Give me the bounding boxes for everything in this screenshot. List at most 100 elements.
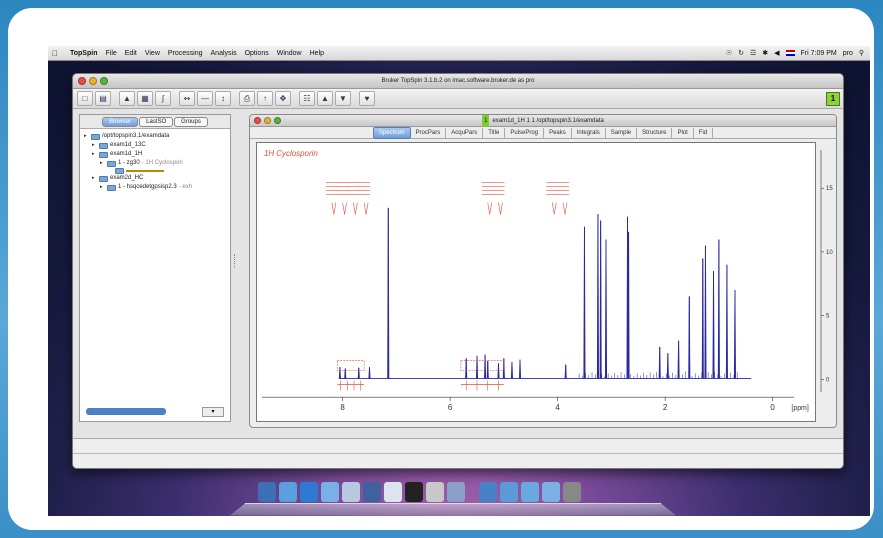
address-book-icon[interactable] xyxy=(342,482,360,502)
menu-file[interactable]: File xyxy=(105,50,116,57)
x-axis-label: [ppm] xyxy=(791,405,808,412)
peak-label-leader xyxy=(562,202,566,215)
minimize-button[interactable] xyxy=(89,77,97,85)
preview-icon[interactable] xyxy=(384,482,402,502)
tab-integrals[interactable]: Integrals xyxy=(572,127,606,138)
tree-node-title: - 1H Cyclospori xyxy=(141,160,183,166)
tab-browser[interactable]: Browser xyxy=(102,116,139,127)
dashboard-icon[interactable] xyxy=(279,482,297,502)
data-close-button[interactable] xyxy=(254,117,261,124)
menu-window[interactable]: Window xyxy=(277,50,302,57)
peak-label-leader xyxy=(564,202,568,215)
wifi-icon[interactable]: ☲ xyxy=(750,49,756,57)
disclosure-triangle-icon[interactable]: ▸ xyxy=(100,159,105,168)
tree-node[interactable]: ▸ 1 - zg30- 1H Cyclospori xyxy=(84,159,226,168)
spectrum-1d-icon[interactable]: ▲ xyxy=(119,91,135,106)
spectrum-plot[interactable]: 1H Cyclosporin 8 6 4 2 0 [ppm] xyxy=(256,142,816,422)
peak-pick-icon[interactable]: ↑ xyxy=(257,91,273,106)
active-data-badge[interactable]: 1 xyxy=(826,92,840,106)
disclosure-triangle-icon[interactable]: ▸ xyxy=(92,141,97,150)
disclosure-triangle-icon[interactable]: ▸ xyxy=(92,150,97,159)
system-prefs-icon[interactable] xyxy=(447,482,465,502)
close-button[interactable] xyxy=(78,77,86,85)
bluetooth-icon[interactable]: ✱ xyxy=(762,49,768,57)
window-controls xyxy=(78,77,108,85)
zoom-button[interactable] xyxy=(100,77,108,85)
tools-icon[interactable] xyxy=(363,482,381,502)
scale-down-icon[interactable]: ▼ xyxy=(335,91,351,106)
volume-icon[interactable]: ◀ xyxy=(774,49,779,57)
downloads-folder-icon[interactable] xyxy=(521,482,539,502)
apple-menu-icon[interactable]:  xyxy=(48,49,62,58)
documents-folder-icon[interactable] xyxy=(500,482,518,502)
peak-label-leader xyxy=(355,202,358,215)
browser-scrollbar[interactable] xyxy=(86,408,166,415)
disclosure-triangle-icon[interactable]: ▸ xyxy=(92,174,97,183)
applications-folder-icon[interactable] xyxy=(479,482,497,502)
sync-icon[interactable]: ☉ xyxy=(726,49,732,57)
data-zoom-button[interactable] xyxy=(274,117,281,124)
disclosure-triangle-icon[interactable]: ▸ xyxy=(100,183,105,192)
toolbar: □ ▤ ▲ ▦ ∫ ↭ — ↕ ⎙ ↑ ✥ ☷ ▲ ▼ ♥ xyxy=(73,89,843,109)
tab-lastso[interactable]: LastSO xyxy=(139,116,174,127)
input-flag-icon[interactable] xyxy=(785,50,795,56)
mail-icon[interactable] xyxy=(321,482,339,502)
peak-label-leader xyxy=(489,202,493,215)
tab-title[interactable]: Title xyxy=(483,127,506,138)
stack-folder-icon[interactable] xyxy=(542,482,560,502)
clock[interactable]: Fri 7:09 PM xyxy=(801,50,837,57)
textedit-icon[interactable] xyxy=(426,482,444,502)
heart-icon[interactable]: ♥ xyxy=(359,91,375,106)
tab-plot[interactable]: Plot xyxy=(672,127,694,138)
tree-node[interactable]: ▸ exam1d_13C xyxy=(84,141,226,150)
menu-topspin[interactable]: TopSpin xyxy=(70,50,97,57)
tab-sample[interactable]: Sample xyxy=(606,127,638,138)
y-tick-label: 15 xyxy=(826,186,833,192)
phase-icon[interactable]: ↭ xyxy=(179,91,195,106)
tab-acqupars[interactable]: AcquPars xyxy=(446,127,484,138)
pane-splitter[interactable] xyxy=(234,254,237,268)
tab-structure[interactable]: Structure xyxy=(637,127,673,138)
print-icon[interactable]: ⎙ xyxy=(239,91,255,106)
browser-options-button[interactable]: ▾ xyxy=(202,407,224,417)
menu-edit[interactable]: Edit xyxy=(125,50,137,57)
spotlight-icon[interactable]: ⚲ xyxy=(859,49,864,57)
scale-up-icon[interactable]: ▲ xyxy=(317,91,333,106)
integrate-icon[interactable]: ∫ xyxy=(155,91,171,106)
data-minimize-button[interactable] xyxy=(264,117,271,124)
tree-node[interactable]: ▸ exam1d_1H xyxy=(84,150,226,159)
safari-icon[interactable] xyxy=(300,482,318,502)
time-machine-icon[interactable]: ↻ xyxy=(738,49,744,57)
tab-peaks[interactable]: Peaks xyxy=(544,127,572,138)
tab-spectrum[interactable]: Spectrum xyxy=(372,126,411,139)
x-tick-label: 6 xyxy=(448,403,453,412)
terminal-icon[interactable] xyxy=(405,482,423,502)
calibrate-icon[interactable]: ↕ xyxy=(215,91,231,106)
grid-icon[interactable]: ☷ xyxy=(299,91,315,106)
new-icon[interactable]: □ xyxy=(77,91,93,106)
dataset-icon xyxy=(99,142,108,149)
trash-icon[interactable] xyxy=(563,482,581,502)
finder-icon[interactable] xyxy=(258,482,276,502)
menu-view[interactable]: View xyxy=(145,50,160,57)
spectrum-2d-icon[interactable]: ▦ xyxy=(137,91,153,106)
user-name[interactable]: pro xyxy=(843,50,853,57)
intensity-scale: 0 5 10 15 xyxy=(820,150,833,392)
menu-options[interactable]: Options xyxy=(245,50,269,57)
tab-pulseprog[interactable]: PulseProg xyxy=(505,127,545,138)
open-icon[interactable]: ▤ xyxy=(95,91,111,106)
tree-node[interactable]: ▸ exam2d_HC xyxy=(84,174,226,183)
menu-help[interactable]: Help xyxy=(310,50,324,57)
menu-processing[interactable]: Processing xyxy=(168,50,203,57)
tree-node[interactable]: ▸ /opt/topspin3.1/examdata xyxy=(84,132,226,141)
tab-procpars[interactable]: ProcPars xyxy=(411,127,447,138)
tree-node[interactable]: ▸ 1 - hsqcedetgpsisp2.3- exh xyxy=(84,183,226,192)
tab-fid[interactable]: Fid xyxy=(694,127,714,138)
menu-analysis[interactable]: Analysis xyxy=(211,50,237,57)
data-window-number: 1 xyxy=(482,115,490,127)
baseline-icon[interactable]: — xyxy=(197,91,213,106)
fit-icon[interactable]: ✥ xyxy=(275,91,291,106)
tab-groups[interactable]: Groups xyxy=(174,116,208,127)
disclosure-triangle-icon[interactable]: ▸ xyxy=(84,132,89,141)
peak-label-leader xyxy=(333,202,337,215)
